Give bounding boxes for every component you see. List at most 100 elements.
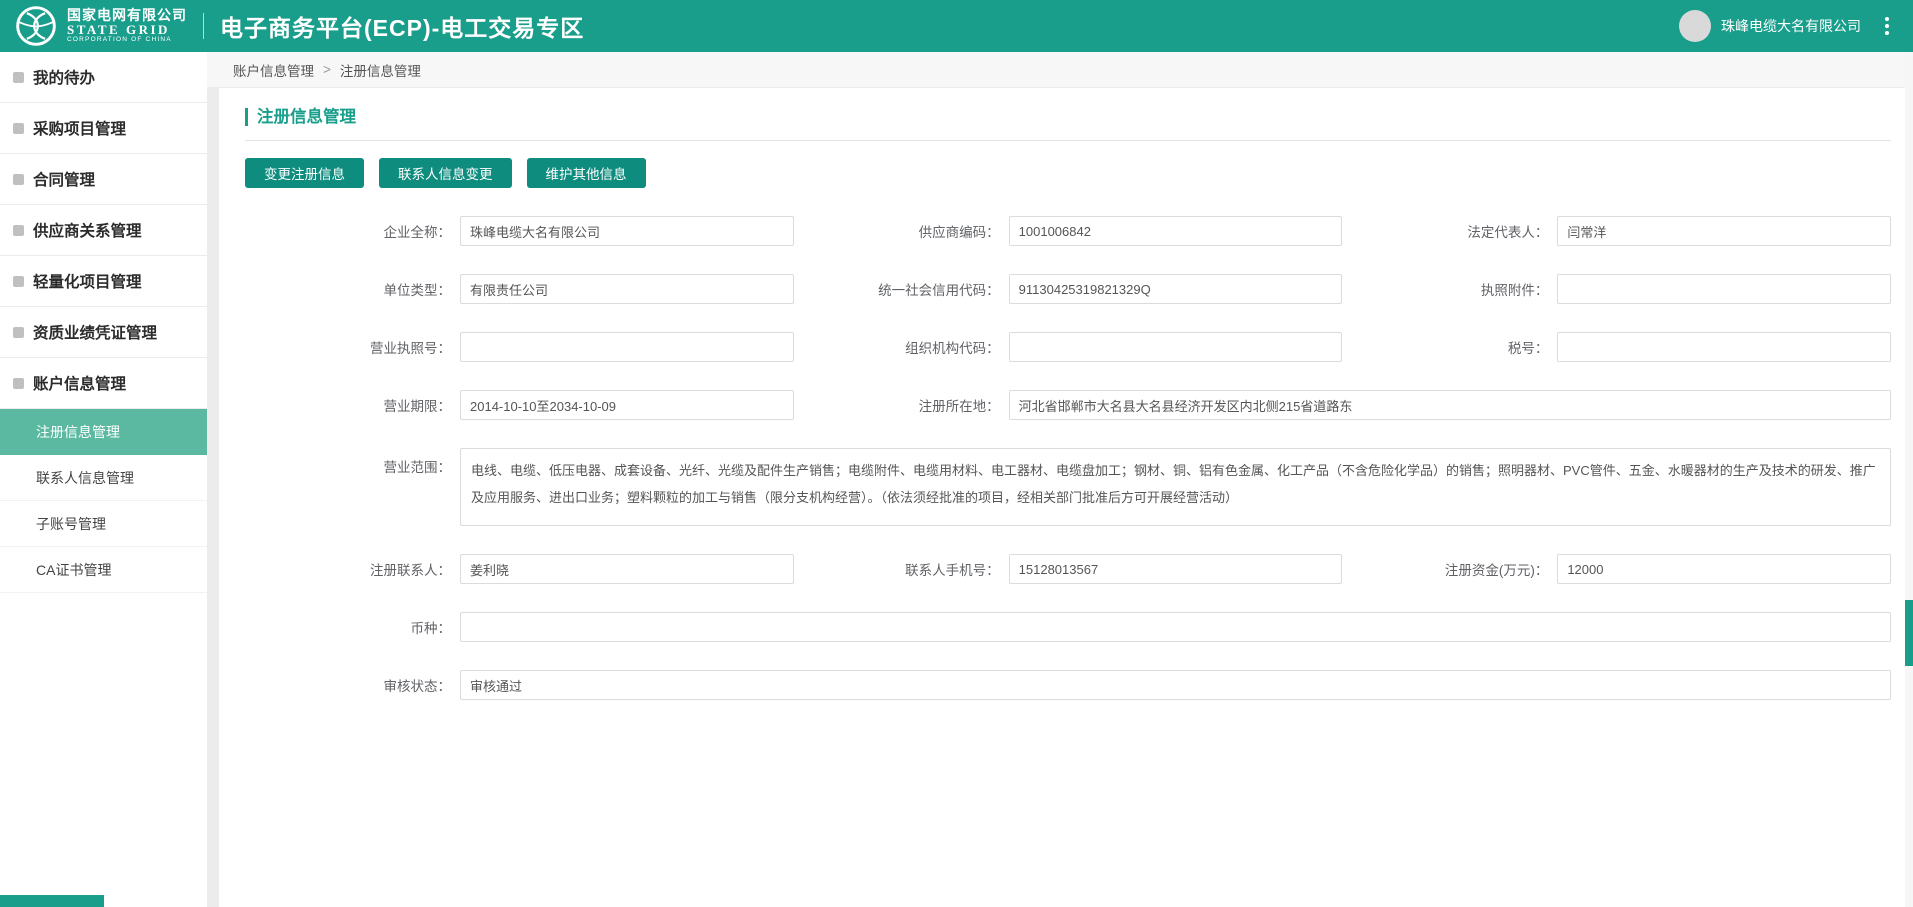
credit-code-input[interactable] xyxy=(1009,274,1343,304)
field-org-code: 组织机构代码： xyxy=(794,332,1343,362)
field-credit-code: 统一社会信用代码： xyxy=(794,274,1343,304)
tax-no-input[interactable] xyxy=(1557,332,1891,362)
company-name-input[interactable] xyxy=(460,216,794,246)
sidebar-subitem-ca-certificate[interactable]: CA证书管理 xyxy=(0,547,207,593)
sidebar-item-my-todo[interactable]: 我的待办 xyxy=(0,52,207,103)
currency-input[interactable] xyxy=(460,612,1891,642)
sidebar-subitem-label: 联系人信息管理 xyxy=(36,468,134,488)
supplier-code-input[interactable] xyxy=(1009,216,1343,246)
field-license-no: 营业执照号： xyxy=(245,332,794,362)
business-term-input[interactable] xyxy=(460,390,794,420)
sidebar-subitem-label: CA证书管理 xyxy=(36,560,111,580)
license-no-input[interactable] xyxy=(460,332,794,362)
sidebar-item-contracts[interactable]: 合同管理 xyxy=(0,154,207,205)
business-scope-label: 营业范围： xyxy=(245,448,460,476)
sidebar-item-label: 资质业绩凭证管理 xyxy=(33,321,157,343)
main-area: 账户信息管理 > 注册信息管理 注册信息管理 变更注册信息 联系人信息变更 维护… xyxy=(207,52,1913,907)
field-legal-rep: 法定代表人： xyxy=(1342,216,1891,246)
sidebar: 我的待办 采购项目管理 合同管理 供应商关系管理 轻量化项目管理 资质业绩凭证管… xyxy=(0,52,207,907)
registered-contact-label: 注册联系人： xyxy=(245,559,460,579)
org-name-cn: 国家电网有限公司 xyxy=(67,8,187,23)
sidebar-subitem-contact-info[interactable]: 联系人信息管理 xyxy=(0,455,207,501)
sidebar-subitem-subaccount[interactable]: 子账号管理 xyxy=(0,501,207,547)
org-name-block: 国家电网有限公司 STATE GRID CORPORATION OF CHINA xyxy=(67,8,187,43)
field-company-name: 企业全称： xyxy=(245,216,794,246)
unit-type-input[interactable] xyxy=(460,274,794,304)
registered-address-input[interactable] xyxy=(1009,390,1891,420)
content-panel: 注册信息管理 变更注册信息 联系人信息变更 维护其他信息 企业全称： xyxy=(219,88,1913,907)
field-registered-capital: 注册资金(万元)： xyxy=(1342,554,1891,584)
menu-square-icon xyxy=(13,123,24,134)
breadcrumb: 账户信息管理 > 注册信息管理 xyxy=(207,52,1913,88)
registration-form: 企业全称： 供应商编码： 法定代表人： xyxy=(245,216,1891,700)
sidebar-item-procurement-projects[interactable]: 采购项目管理 xyxy=(0,103,207,154)
sidebar-subitem-registration-info[interactable]: 注册信息管理 xyxy=(0,409,207,455)
change-registration-info-button[interactable]: 变更注册信息 xyxy=(245,158,364,188)
field-currency: 币种： xyxy=(245,612,1891,642)
user-avatar xyxy=(1679,10,1711,42)
field-unit-type: 单位类型： xyxy=(245,274,794,304)
header-divider xyxy=(203,13,204,39)
contact-phone-label: 联系人手机号： xyxy=(794,559,1009,579)
currency-label: 币种： xyxy=(245,617,460,637)
registered-capital-input[interactable] xyxy=(1557,554,1891,584)
contact-phone-input[interactable] xyxy=(1009,554,1343,584)
sidebar-subitem-label: 注册信息管理 xyxy=(36,422,120,442)
unit-type-label: 单位类型： xyxy=(245,279,460,299)
sidebar-item-lightweight-projects[interactable]: 轻量化项目管理 xyxy=(0,256,207,307)
maintain-other-info-button[interactable]: 维护其他信息 xyxy=(527,158,646,188)
org-code-label: 组织机构代码： xyxy=(794,337,1009,357)
field-license-attachment: 执照附件： xyxy=(1342,274,1891,304)
menu-square-icon xyxy=(13,327,24,338)
field-supplier-code: 供应商编码： xyxy=(794,216,1343,246)
sidebar-item-label: 合同管理 xyxy=(33,168,95,190)
license-attachment-label: 执照附件： xyxy=(1342,279,1557,299)
user-company-name: 珠峰电缆大名有限公司 xyxy=(1721,16,1861,36)
app-header: 国家电网有限公司 STATE GRID CORPORATION OF CHINA… xyxy=(0,0,1913,52)
sidebar-item-label: 供应商关系管理 xyxy=(33,219,142,241)
vertical-scrollbar[interactable] xyxy=(1905,52,1913,907)
org-code-input[interactable] xyxy=(1009,332,1343,362)
breadcrumb-parent[interactable]: 账户信息管理 xyxy=(233,60,314,80)
field-tax-no: 税号： xyxy=(1342,332,1891,362)
page-title: 注册信息管理 xyxy=(245,108,1891,126)
scrollbar-thumb[interactable] xyxy=(1905,600,1913,666)
field-business-scope: 营业范围： 电线、电缆、低压电器、成套设备、光纤、光缆及配件生产销售；电缆附件、… xyxy=(245,448,1891,526)
license-attachment-input[interactable] xyxy=(1557,274,1891,304)
tax-no-label: 税号： xyxy=(1342,337,1557,357)
field-audit-status: 审核状态： xyxy=(245,670,1891,700)
registered-capital-label: 注册资金(万元)： xyxy=(1342,559,1557,579)
license-no-label: 营业执照号： xyxy=(245,337,460,357)
breadcrumb-current: 注册信息管理 xyxy=(340,60,421,80)
registered-address-label: 注册所在地： xyxy=(794,395,1009,415)
field-business-term: 营业期限： xyxy=(245,390,794,420)
sidebar-item-label: 采购项目管理 xyxy=(33,117,126,139)
menu-square-icon xyxy=(13,378,24,389)
registered-contact-input[interactable] xyxy=(460,554,794,584)
credit-code-label: 统一社会信用代码： xyxy=(794,279,1009,299)
title-divider xyxy=(245,140,1891,141)
business-term-label: 营业期限： xyxy=(245,395,460,415)
change-contact-info-button[interactable]: 联系人信息变更 xyxy=(379,158,512,188)
menu-square-icon xyxy=(13,225,24,236)
kebab-menu-icon[interactable] xyxy=(1881,13,1893,39)
supplier-code-label: 供应商编码： xyxy=(794,221,1009,241)
sidebar-item-label: 轻量化项目管理 xyxy=(33,270,142,292)
header-user-area: 珠峰电缆大名有限公司 xyxy=(1679,10,1893,42)
menu-square-icon xyxy=(13,174,24,185)
toolbar: 变更注册信息 联系人信息变更 维护其他信息 xyxy=(245,158,1891,188)
sidebar-item-qualification-certificates[interactable]: 资质业绩凭证管理 xyxy=(0,307,207,358)
menu-square-icon xyxy=(13,276,24,287)
field-registered-address: 注册所在地： xyxy=(794,390,1891,420)
sidebar-item-account-info[interactable]: 账户信息管理 xyxy=(0,358,207,409)
business-scope-textarea[interactable]: 电线、电缆、低压电器、成套设备、光纤、光缆及配件生产销售；电缆附件、电缆用材料、… xyxy=(460,448,1891,526)
sidebar-item-supplier-relations[interactable]: 供应商关系管理 xyxy=(0,205,207,256)
content-gap xyxy=(207,88,219,907)
legal-rep-input[interactable] xyxy=(1557,216,1891,246)
org-name-sub: CORPORATION OF CHINA xyxy=(67,37,187,44)
audit-status-label: 审核状态： xyxy=(245,675,460,695)
sidebar-bottom-accent xyxy=(0,895,104,907)
app-title: 电子商务平台(ECP)-电工交易专区 xyxy=(220,9,584,43)
audit-status-input[interactable] xyxy=(460,670,1891,700)
breadcrumb-separator: > xyxy=(323,62,331,77)
